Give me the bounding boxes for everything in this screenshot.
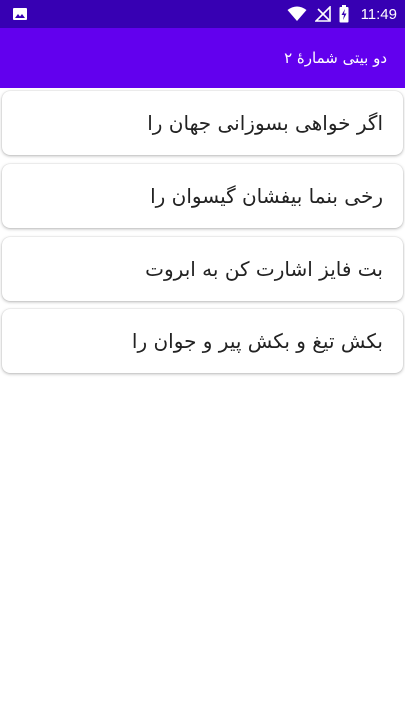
- list-item[interactable]: بت فایز اشارت کن به ابروت: [2, 237, 403, 301]
- status-bar: 11:49: [0, 0, 405, 28]
- page-title: دو بیتی شمارۀ ۲: [284, 49, 387, 67]
- clock: 11:49: [360, 5, 397, 23]
- battery-charging-icon: [339, 5, 349, 23]
- verse-text: رخی بنما بیفشان گیسوان را: [150, 184, 383, 208]
- verse-text: اگر خواهی بسوزانی جهان را: [147, 111, 383, 135]
- gallery-icon: [12, 6, 28, 22]
- list-item[interactable]: اگر خواهی بسوزانی جهان را: [2, 91, 403, 155]
- verse-text: بکش تیغ و بکش پیر و جوان را: [131, 329, 383, 353]
- no-signal-icon: [314, 6, 331, 22]
- app-bar: دو بیتی شمارۀ ۲: [0, 28, 405, 88]
- verse-text: بت فایز اشارت کن به ابروت: [145, 257, 383, 281]
- wifi-icon: [287, 6, 307, 22]
- list-item[interactable]: رخی بنما بیفشان گیسوان را: [2, 164, 403, 228]
- list-item[interactable]: بکش تیغ و بکش پیر و جوان را: [2, 309, 403, 373]
